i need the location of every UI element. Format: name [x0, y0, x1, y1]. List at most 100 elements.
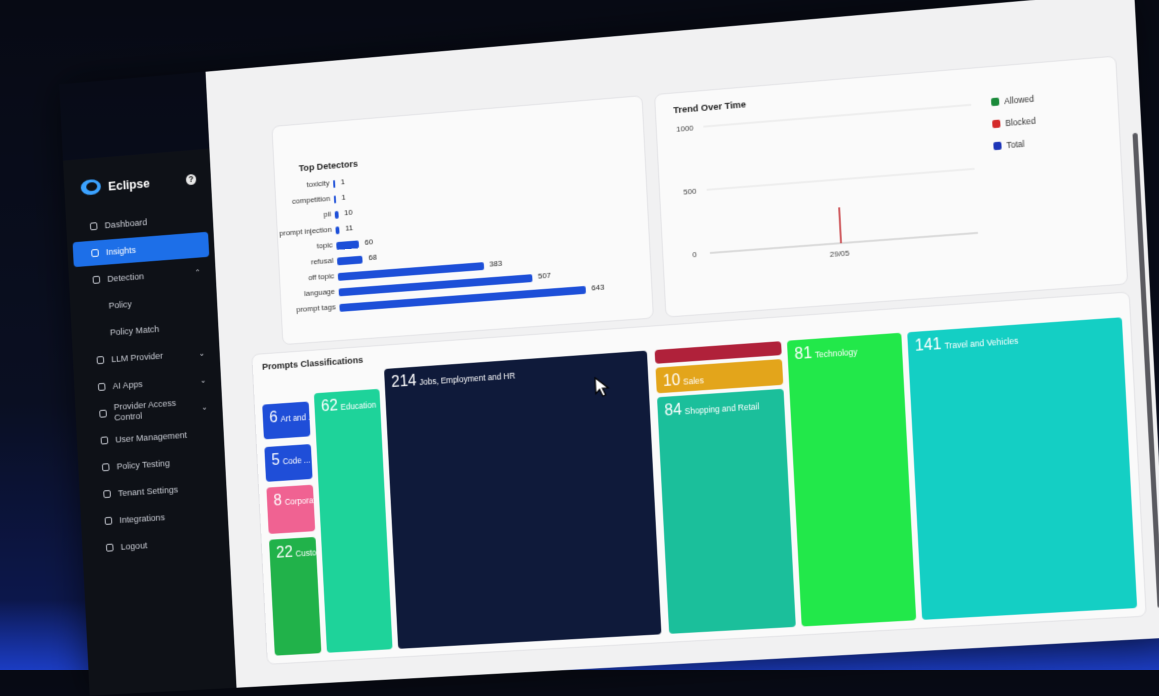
- sidebar: Eclipse ? Dashboard Insights Detection ⌃ Pol…: [63, 149, 236, 696]
- user-icon: [99, 410, 107, 418]
- sidebar-item-label: Insights: [106, 245, 136, 258]
- treemap-tile[interactable]: 62 Education: [314, 389, 393, 653]
- brand: Eclipse ?: [63, 149, 212, 215]
- legend-swatch: [992, 120, 1000, 129]
- chart-icon: [91, 249, 99, 257]
- chevron-icon[interactable]: ⌄: [201, 402, 208, 411]
- sidebar-item-label: Policy Testing: [116, 458, 170, 472]
- sidebar-item-label: Tenant Settings: [118, 484, 179, 498]
- help-icon[interactable]: ?: [186, 173, 197, 184]
- chevron-icon[interactable]: ⌄: [200, 375, 207, 384]
- detector-label: topic: [317, 240, 333, 250]
- sidebar-item-label: LLM Provider: [111, 350, 163, 364]
- dashboard-icon: [90, 222, 98, 230]
- grid-line: [707, 169, 975, 190]
- settings-icon: [103, 490, 111, 498]
- grid-icon: [98, 383, 106, 391]
- detector-label: pii: [323, 210, 331, 219]
- treemap-tile[interactable]: 214 Jobs, Employment and HR: [384, 351, 661, 649]
- sidebar-item-label: Policy: [108, 299, 132, 311]
- treemap-tile[interactable]: 5 Code ...: [264, 444, 312, 482]
- detector-value: 1: [341, 193, 346, 202]
- detector-value: 507: [538, 271, 551, 281]
- sidebar-item-label: Integrations: [119, 512, 165, 525]
- blocked-spike: [839, 207, 841, 243]
- tile-label: Custo...: [295, 547, 321, 558]
- users-icon: [101, 436, 109, 444]
- tile-count: 84: [664, 402, 682, 420]
- detector-bar[interactable]: [337, 256, 363, 266]
- chevron-icon[interactable]: ⌄: [198, 348, 205, 357]
- treemap-tile[interactable]: 10 Sales: [655, 359, 783, 393]
- legend-item-blocked[interactable]: Blocked: [992, 116, 1036, 130]
- tile-count: 5: [271, 452, 280, 469]
- classifications-title: Prompts Classifications: [262, 355, 363, 373]
- sidebar-item-label: Policy Match: [110, 324, 160, 338]
- tile-count: 6: [269, 409, 278, 426]
- legend-swatch: [991, 98, 999, 107]
- detector-bar[interactable]: [335, 226, 340, 234]
- brand-name: Eclipse: [108, 175, 150, 193]
- detector-label: competition: [292, 194, 331, 206]
- sidebar-nav: Dashboard Insights Detection ⌃ Policy Policy …: [66, 204, 230, 561]
- tile-count: 141: [914, 336, 941, 355]
- trend-card: Trend Over Time 1000 500 0 29/05 Allowed…: [654, 56, 1128, 318]
- sidebar-item-label: Logout: [120, 540, 147, 552]
- treemap-tile[interactable]: 84 Shopping and Retail: [657, 389, 796, 634]
- chevron-icon[interactable]: ⌃: [194, 268, 201, 277]
- treemap-tile[interactable]: 81 Technology: [787, 333, 916, 627]
- detector-label: off topic: [308, 271, 334, 282]
- detector-value: 60: [364, 237, 373, 246]
- detector-bar[interactable]: [334, 196, 336, 204]
- tile-count: 81: [794, 345, 812, 363]
- tile-count: 214: [391, 373, 417, 391]
- sidebar-item-label: User Management: [115, 430, 187, 445]
- plug-icon: [105, 517, 113, 525]
- detector-label: prompt injection: [279, 225, 332, 238]
- detector-value: 643: [591, 283, 604, 293]
- tile-label: Education: [340, 400, 376, 412]
- legend-item-total[interactable]: Total: [993, 139, 1025, 151]
- tile-count: 10: [663, 372, 681, 390]
- sidebar-item-label: AI Apps: [112, 379, 142, 392]
- trend-legend: Allowed Blocked Total: [655, 57, 1115, 95]
- app-window: Eclipse ? Dashboard Insights Detection ⌃ Pol…: [59, 0, 1159, 696]
- legend-label: Allowed: [1004, 94, 1034, 106]
- eclipse-logo-icon: [80, 179, 101, 196]
- tile-label: Travel and Vehicles: [944, 336, 1018, 351]
- detector-value: 383: [489, 259, 502, 269]
- tile-count: 8: [273, 492, 282, 509]
- treemap-tile[interactable]: 6 Art and ...: [262, 401, 310, 439]
- legend-label: Blocked: [1005, 116, 1036, 128]
- box-icon: [97, 356, 105, 364]
- y-tick-0: 0: [692, 250, 697, 259]
- treemap-tile[interactable]: 22 Custo...: [269, 537, 321, 656]
- sidebar-item-label: Provider Access Control: [113, 397, 194, 424]
- sidebar-item-label: Dashboard: [104, 217, 147, 231]
- detector-value: 10: [344, 208, 353, 217]
- legend-item-allowed[interactable]: Allowed: [991, 94, 1034, 108]
- tile-count: 22: [276, 544, 293, 561]
- detector-label: language: [304, 287, 335, 298]
- detector-bar[interactable]: [333, 180, 335, 188]
- trend-title: Trend Over Time: [673, 99, 746, 116]
- detector-label: prompt tags: [296, 302, 336, 314]
- treemap-tile[interactable]: 141 Travel and Vehicles: [907, 317, 1137, 620]
- logout-icon: [106, 544, 114, 552]
- detector-bar[interactable]: [335, 211, 339, 219]
- legend-swatch: [993, 142, 1001, 151]
- top-detectors-chart: toxicity 1 competition 1 pii 10 prompt injecti…: [275, 153, 652, 337]
- tile-label: Corporat...: [284, 495, 315, 507]
- tile-label: Technology: [815, 347, 858, 360]
- trend-chart: [666, 96, 990, 289]
- y-tick-500: 500: [683, 187, 696, 197]
- tile-label: Jobs, Employment and HR: [419, 371, 515, 387]
- check-circle-icon: [102, 463, 110, 471]
- legend-label: Total: [1006, 139, 1025, 150]
- tile-label: Shopping and Retail: [684, 401, 759, 416]
- classifications-treemap: 6 Art and ... 5 Code ... 8 Corporat... 22 Custo…: [261, 317, 1137, 655]
- treemap-tile[interactable]: 8 Corporat...: [266, 485, 315, 534]
- classifications-card: Prompts Classifications 6 Art and ... 5 Cod…: [251, 291, 1146, 664]
- detector-label: toxicity: [306, 179, 329, 190]
- detector-bar[interactable]: [336, 240, 359, 249]
